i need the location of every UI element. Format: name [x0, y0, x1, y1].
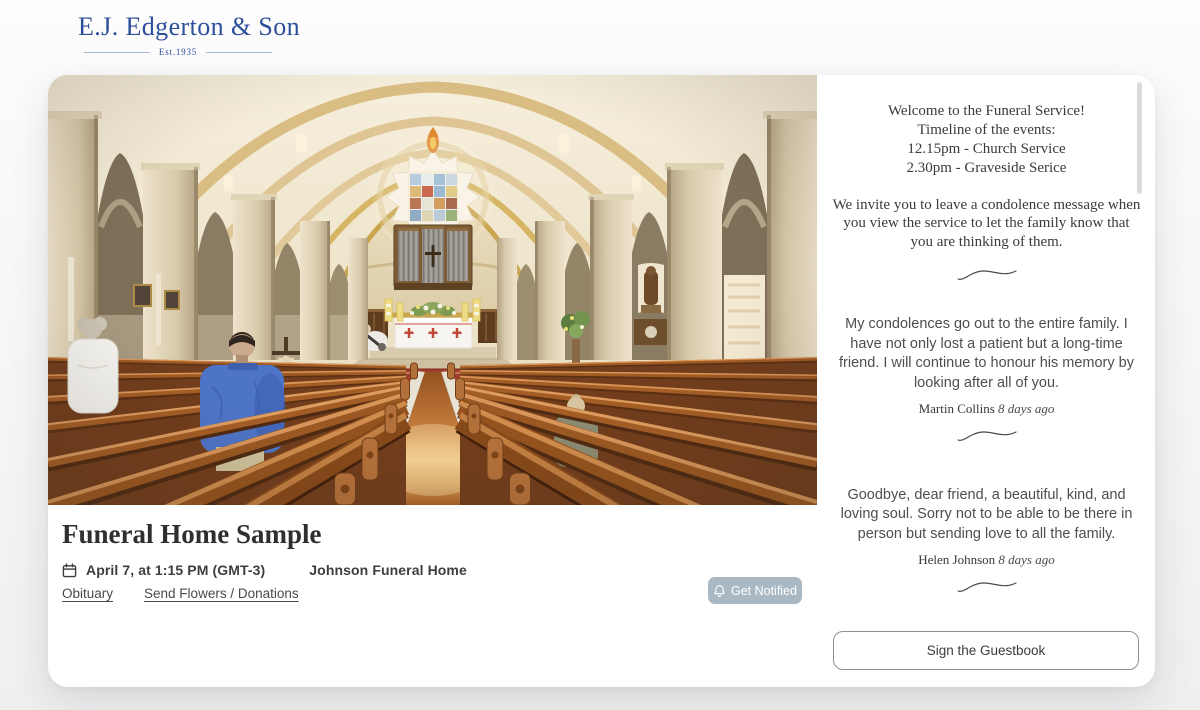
welcome-message: Welcome to the Funeral Service! Timeline…	[888, 102, 1085, 178]
author-name: Martin Collins	[919, 401, 995, 416]
calendar-icon	[62, 563, 77, 578]
message-timestamp: 8 days ago	[998, 401, 1054, 416]
invite-message: We invite you to leave a condolence mess…	[832, 196, 1141, 253]
condolence-message: My condolences go out to the entire fami…	[832, 315, 1141, 393]
event-meta: April 7, at 1:15 PM (GMT-3) Johnson Fune…	[62, 560, 467, 580]
brand-logo[interactable]: E.J. Edgerton & Son Est.1935	[78, 12, 278, 57]
message-attribution: Helen Johnson 8 days ago	[918, 552, 1055, 568]
squiggle-divider	[955, 266, 1019, 282]
squiggle-divider	[955, 427, 1019, 443]
author-name: Helen Johnson	[918, 552, 995, 567]
condolence-sidebar[interactable]: Welcome to the Funeral Service! Timeline…	[832, 102, 1141, 594]
event-datetime: April 7, at 1:15 PM (GMT-3)	[86, 562, 265, 578]
condolence-message: Goodbye, dear friend, a beautiful, kind,…	[832, 486, 1141, 544]
get-notified-label: Get Notified	[731, 584, 797, 598]
get-notified-button[interactable]: Get Notified	[708, 577, 802, 604]
message-attribution: Martin Collins 8 days ago	[919, 401, 1055, 417]
brand-name: E.J. Edgerton & Son	[78, 12, 278, 42]
message-timestamp: 8 days ago	[998, 552, 1054, 567]
brand-rule-right	[206, 52, 272, 53]
squiggle-divider	[955, 578, 1019, 594]
event-links: Obituary Send Flowers / Donations	[62, 586, 299, 601]
brand-rule-left	[84, 52, 150, 53]
video-player[interactable]	[48, 75, 817, 505]
event-location: Johnson Funeral Home	[309, 562, 467, 578]
stream-card: Funeral Home Sample April 7, at 1:15 PM …	[48, 75, 1155, 687]
church-scene-illustration	[48, 75, 817, 505]
sidebar-scrollbar-thumb[interactable]	[1137, 82, 1142, 194]
brand-established: Est.1935	[78, 47, 278, 57]
send-flowers-link[interactable]: Send Flowers / Donations	[144, 586, 299, 601]
obituary-link[interactable]: Obituary	[62, 586, 113, 601]
bell-icon	[713, 584, 726, 598]
sign-guestbook-button[interactable]: Sign the Guestbook	[833, 631, 1139, 670]
page-title: Funeral Home Sample	[62, 519, 321, 550]
